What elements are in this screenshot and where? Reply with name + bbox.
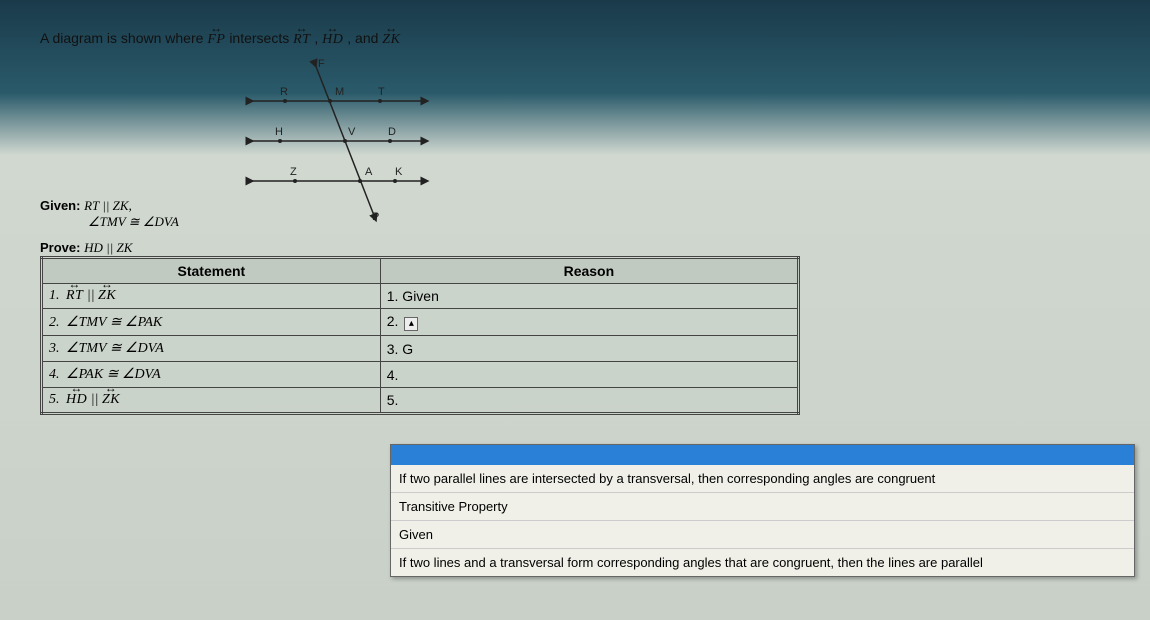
- label-v: V: [348, 126, 355, 138]
- dropdown-option[interactable]: Transitive Property: [391, 493, 1134, 521]
- reason-cell[interactable]: 1. Given: [380, 284, 798, 309]
- problem-intro: A diagram is shown where FP intersects R…: [40, 30, 1130, 48]
- reason-cell[interactable]: 2.▴: [380, 309, 798, 336]
- line-fp: FP: [207, 32, 225, 48]
- given-line2: TMVDVA: [88, 214, 179, 229]
- label-r: R: [280, 86, 288, 98]
- label-z: Z: [290, 166, 297, 178]
- prove-label: Prove:: [40, 240, 80, 255]
- dropdown-option[interactable]: If two lines and a transversal form corr…: [391, 549, 1134, 576]
- table-row: 5. HD || ZK 5.: [42, 388, 799, 414]
- label-a: A: [365, 166, 372, 178]
- diagram-svg: [220, 56, 460, 226]
- header-statement: Statement: [42, 258, 381, 284]
- label-t: T: [378, 86, 385, 98]
- dropdown-icon[interactable]: ▴: [404, 317, 418, 331]
- intro-mid1: intersects: [229, 30, 293, 46]
- header-reason: Reason: [380, 258, 798, 284]
- intro-comma2: , and: [347, 30, 382, 46]
- reason-cell[interactable]: 4.: [380, 362, 798, 388]
- table-row: 4. PAKDVA 4.: [42, 362, 799, 388]
- reason-cell[interactable]: 5.: [380, 388, 798, 414]
- intro-comma1: ,: [314, 30, 322, 46]
- reason-dropdown[interactable]: If two parallel lines are intersected by…: [390, 444, 1135, 577]
- label-d: D: [388, 126, 396, 138]
- label-p: P: [372, 211, 379, 223]
- label-f: F: [318, 58, 325, 70]
- intro-prefix: A diagram is shown where: [40, 30, 207, 46]
- line-rt: RT: [293, 32, 310, 48]
- table-row: 1. RT || ZK 1. Given: [42, 284, 799, 309]
- given-line1: RT || ZK,: [84, 198, 132, 213]
- table-row: 3. TMVDVA 3. G: [42, 336, 799, 362]
- line-zk: ZK: [382, 32, 400, 48]
- prove-text: HD || ZK: [84, 240, 132, 255]
- label-h: H: [275, 126, 283, 138]
- dropdown-option-selected[interactable]: [391, 445, 1134, 465]
- dropdown-option[interactable]: If two parallel lines are intersected by…: [391, 465, 1134, 493]
- reason-cell[interactable]: 3. G: [380, 336, 798, 362]
- dropdown-option[interactable]: Given: [391, 521, 1134, 549]
- proof-table: Statement Reason 1. RT || ZK 1. Given 2.…: [40, 256, 800, 415]
- label-k: K: [395, 166, 402, 178]
- given-label: Given:: [40, 198, 80, 213]
- line-hd: HD: [322, 32, 343, 48]
- given-prove-block: Given: RT || ZK, TMVDVA Prove: HD || ZK: [40, 198, 179, 256]
- geometry-diagram: F P R M T H V D Z A K: [220, 56, 460, 226]
- label-m: M: [335, 86, 344, 98]
- table-row: 2. TMVPAK 2.▴: [42, 309, 799, 336]
